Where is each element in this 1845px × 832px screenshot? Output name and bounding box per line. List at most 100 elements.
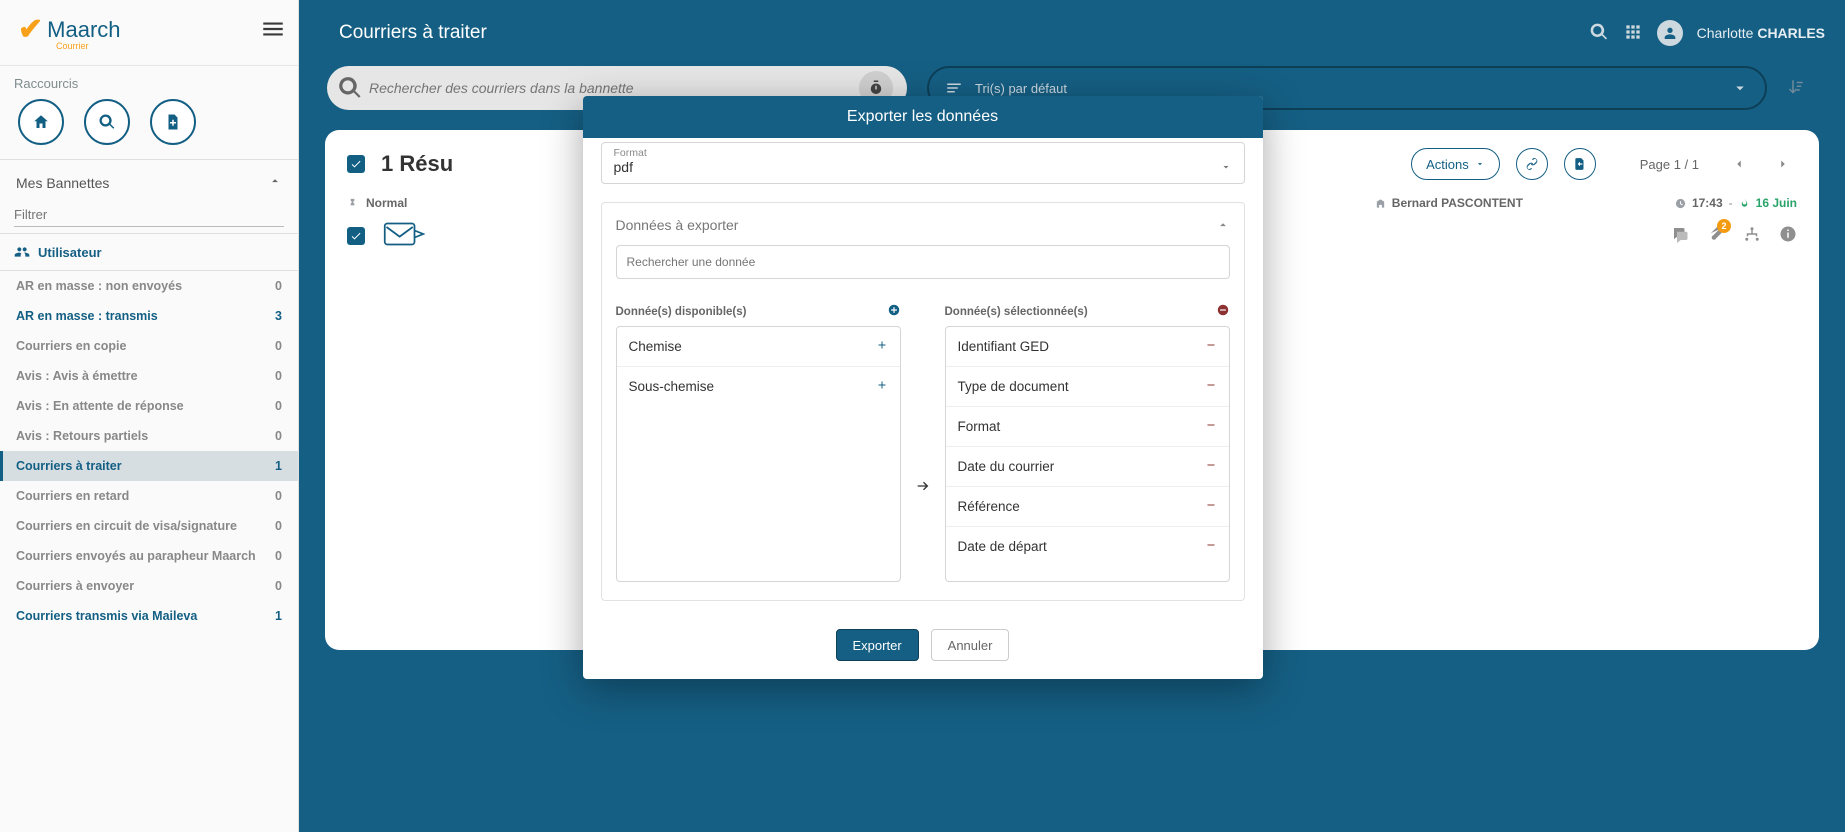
export-button[interactable] <box>1564 148 1596 180</box>
priority-icon <box>347 198 358 209</box>
item-label: Sous-chemise <box>629 379 715 394</box>
bannettes-label: Mes Bannettes <box>16 175 109 191</box>
sidebar-item[interactable]: Avis : Avis à émettre0 <box>0 361 298 391</box>
user-last: CHARLES <box>1757 25 1825 41</box>
sidebar-item-count: 1 <box>275 459 282 473</box>
export-section-header[interactable]: Données à exporter <box>616 217 1230 233</box>
sidebar-item-count: 0 <box>275 549 282 563</box>
filter-input[interactable] <box>14 203 284 227</box>
plus-icon[interactable] <box>876 339 888 354</box>
shortcut-home-button[interactable] <box>18 99 64 145</box>
actions-button[interactable]: Actions <box>1411 148 1500 180</box>
sidebar-item[interactable]: Avis : Retours partiels0 <box>0 421 298 451</box>
shortcut-search-button[interactable] <box>84 99 130 145</box>
page-title: Courriers à traiter <box>339 22 1589 44</box>
apps-icon[interactable] <box>1623 22 1643 45</box>
row-duedate: 16 Juin <box>1756 196 1797 210</box>
user-section-header[interactable]: Utilisateur <box>0 233 298 271</box>
format-select[interactable]: Format pdf <box>601 142 1245 184</box>
sidebar-item[interactable]: AR en masse : non envoyés0 <box>0 271 298 301</box>
nav-list: AR en masse : non envoyés0AR en masse : … <box>0 271 298 832</box>
link-button[interactable] <box>1516 148 1548 180</box>
comments-icon[interactable] <box>1671 225 1689 246</box>
sidebar-item[interactable]: Courriers à envoyer0 <box>0 571 298 601</box>
sidebar-item-label: Courriers en retard <box>16 489 129 503</box>
sidebar-item-count: 0 <box>275 579 282 593</box>
sidebar-item-label: Avis : Avis à émettre <box>16 369 138 383</box>
sidebar-item[interactable]: AR en masse : transmis 3 <box>0 301 298 331</box>
user-section-label: Utilisateur <box>38 245 102 260</box>
item-label: Identifiant GED <box>958 339 1050 354</box>
minus-icon[interactable] <box>1205 419 1217 434</box>
search-icon[interactable] <box>1589 22 1609 45</box>
select-all-checkbox[interactable] <box>347 155 365 173</box>
minus-icon[interactable] <box>1205 339 1217 354</box>
minus-icon[interactable] <box>1205 379 1217 394</box>
shortcut-newdoc-button[interactable] <box>150 99 196 145</box>
user-first: Charlotte <box>1697 25 1754 41</box>
add-all-button[interactable] <box>887 303 901 320</box>
fire-icon <box>1739 198 1750 209</box>
available-item[interactable]: Sous-chemise <box>617 367 900 406</box>
sidebar-item-label: AR en masse : non envoyés <box>16 279 182 293</box>
export-submit-button[interactable]: Exporter <box>836 629 919 661</box>
sidebar-item[interactable]: Courriers à traiter1 <box>0 451 298 481</box>
item-label: Type de document <box>958 379 1069 394</box>
avatar[interactable] <box>1657 20 1683 46</box>
sidebar-item-label: AR en masse : transmis <box>16 309 158 323</box>
remove-all-button[interactable] <box>1216 303 1230 320</box>
export-section-title: Données à exporter <box>616 217 739 233</box>
selected-item[interactable]: Type de document <box>946 367 1229 407</box>
row-checkbox[interactable] <box>347 227 365 245</box>
actions-label: Actions <box>1426 157 1469 172</box>
page-next-button[interactable] <box>1769 150 1797 178</box>
chevron-down-icon <box>1220 161 1232 173</box>
sort-direction-icon[interactable] <box>1787 78 1805 99</box>
bannettes-header[interactable]: Mes Bannettes <box>0 160 298 195</box>
attachments-icon[interactable]: 2 <box>1707 225 1725 246</box>
sidebar-item[interactable]: Courriers transmis via Maileva1 <box>0 601 298 631</box>
item-label: Format <box>958 419 1001 434</box>
chevron-up-icon <box>268 174 282 191</box>
sidebar-item[interactable]: Avis : En attente de réponse0 <box>0 391 298 421</box>
logo-text: Maarch <box>47 17 120 43</box>
selected-list: Identifiant GED Type de document Format Dat… <box>945 326 1230 582</box>
available-item[interactable]: Chemise <box>617 327 900 367</box>
page-prev-button[interactable] <box>1725 150 1753 178</box>
available-label: Donnée(s) disponible(s) <box>616 306 747 318</box>
sidebar-item-count: 0 <box>275 399 282 413</box>
minus-icon[interactable] <box>1205 459 1217 474</box>
sort-label: Tri(s) par défaut <box>975 81 1719 96</box>
workflow-icon[interactable] <box>1743 225 1761 246</box>
selected-label: Donnée(s) sélectionnée(s) <box>945 306 1088 318</box>
sidebar-item-count: 3 <box>275 309 282 323</box>
minus-icon[interactable] <box>1205 539 1217 554</box>
selected-item[interactable]: Format <box>946 407 1229 447</box>
sidebar-item-label: Courriers en copie <box>16 339 126 353</box>
search-data-input[interactable] <box>627 255 1219 269</box>
row-time: 17:43 <box>1692 196 1723 210</box>
top-user-label[interactable]: Charlotte CHARLES <box>1697 25 1825 41</box>
export-modal: Exporter les données Format pdf Données … <box>583 96 1263 679</box>
sidebar-item[interactable]: Courriers envoyés au parapheur Maarch 0 <box>0 541 298 571</box>
selected-item[interactable]: Date du courrier <box>946 447 1229 487</box>
selected-item[interactable]: Date de départ <box>946 527 1229 566</box>
sidebar-item[interactable]: Courriers en retard 0 <box>0 481 298 511</box>
sidebar-item[interactable]: Courriers en copie0 <box>0 331 298 361</box>
item-label: Référence <box>958 499 1020 514</box>
sidebar-item-label: Courriers envoyés au parapheur Maarch <box>16 549 256 563</box>
info-icon[interactable] <box>1779 225 1797 246</box>
selected-item[interactable]: Identifiant GED <box>946 327 1229 367</box>
clock-icon <box>1675 198 1686 209</box>
hamburger-icon[interactable] <box>260 16 286 49</box>
sidebar-item[interactable]: Courriers en circuit de visa/signature0 <box>0 511 298 541</box>
selected-item[interactable]: Référence <box>946 487 1229 527</box>
cancel-button[interactable]: Annuler <box>931 629 1010 661</box>
minus-icon[interactable] <box>1205 499 1217 514</box>
chevron-up-icon <box>1216 218 1230 232</box>
sidebar-item-count: 0 <box>275 489 282 503</box>
search-input[interactable] <box>369 80 859 96</box>
shortcuts-label: Raccourcis <box>14 76 284 91</box>
plus-icon[interactable] <box>876 379 888 394</box>
sidebar-item-label: Avis : Retours partiels <box>16 429 148 443</box>
